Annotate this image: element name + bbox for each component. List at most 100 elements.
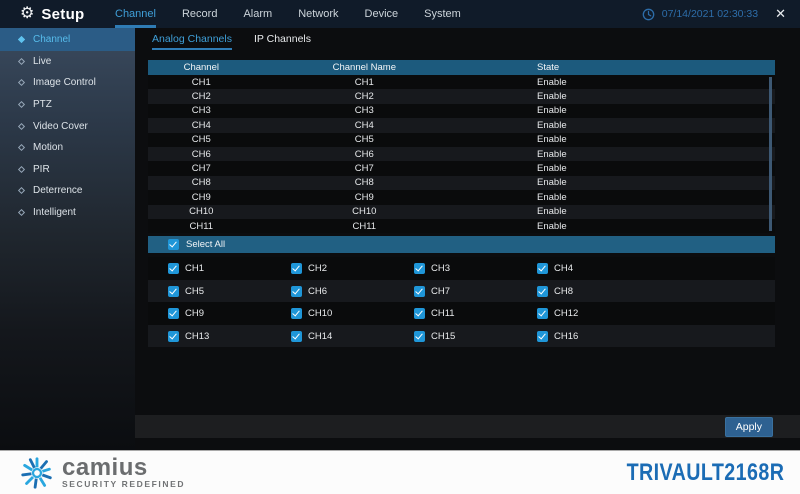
sidebar-item-label: Channel <box>33 34 70 45</box>
cell-state: Enable <box>474 149 775 160</box>
sidebar-item-ptz[interactable]: PTZ <box>0 94 135 116</box>
footer: camius SECURITY REDEFINED TRIVAULT2168R <box>0 450 800 494</box>
close-icon[interactable]: ✕ <box>775 6 786 22</box>
cell-channel: CH7 <box>148 163 255 174</box>
channel-checkbox-ch10[interactable]: CH10 <box>291 308 414 319</box>
main-area: Channel Live Image Control PTZ Video Cov… <box>0 28 800 450</box>
channel-checkbox-ch11[interactable]: CH11 <box>414 308 537 319</box>
channel-checkbox-ch1[interactable]: CH1 <box>168 263 291 274</box>
menu-item-record[interactable]: Record <box>182 0 217 28</box>
channel-checkbox-ch5[interactable]: CH5 <box>168 286 291 297</box>
checkbox-icon[interactable] <box>414 331 425 342</box>
checkbox-icon[interactable] <box>537 331 548 342</box>
tab-ip-channels[interactable]: IP Channels <box>254 28 311 50</box>
cell-name: CH8 <box>255 177 474 188</box>
diamond-icon <box>18 79 25 86</box>
menu-item-channel[interactable]: Channel <box>115 0 156 28</box>
camius-logo: camius SECURITY REDEFINED <box>18 454 185 492</box>
sidebar-item-video-cover[interactable]: Video Cover <box>0 115 135 137</box>
cell-channel: CH1 <box>148 77 255 88</box>
cell-channel: CH4 <box>148 120 255 131</box>
checkbox-icon[interactable] <box>168 263 179 274</box>
page-title: Setup <box>41 6 84 23</box>
menu-item-device[interactable]: Device <box>365 0 399 28</box>
sidebar-item-label: Image Control <box>33 77 96 88</box>
checkbox-icon[interactable] <box>537 308 548 319</box>
menu-item-alarm[interactable]: Alarm <box>243 0 272 28</box>
menu-item-system[interactable]: System <box>424 0 461 28</box>
channel-checkbox-ch9[interactable]: CH9 <box>168 308 291 319</box>
sidebar-item-label: Intelligent <box>33 207 76 218</box>
checkbox-icon[interactable] <box>414 263 425 274</box>
channel-table: Channel Channel Name State CH1 CH1 Enabl… <box>148 60 775 347</box>
checkbox-label: CH4 <box>554 263 573 274</box>
channel-checkbox-ch12[interactable]: CH12 <box>537 308 660 319</box>
channel-checkbox-ch6[interactable]: CH6 <box>291 286 414 297</box>
diamond-icon <box>18 101 25 108</box>
checkbox-icon[interactable] <box>414 308 425 319</box>
gear-icon: ⚙ <box>20 6 34 22</box>
sidebar-item-live[interactable]: Live <box>0 51 135 73</box>
checkbox-row: CH13 CH14 CH15 CH16 <box>148 325 775 348</box>
datetime: 07/14/2021 02:30:33 <box>662 8 758 20</box>
table-row: CH2 CH2 Enable <box>148 89 775 103</box>
table-scrollbar[interactable] <box>769 77 772 231</box>
checkbox-label: CH13 <box>185 331 209 342</box>
menu-item-network[interactable]: Network <box>298 0 338 28</box>
checkbox-icon[interactable] <box>291 308 302 319</box>
channel-checkbox-grid: CH1 CH2 CH3 CH4 CH5 CH6 CH7 CH8 CH9 CH10 <box>148 257 775 347</box>
checkbox-icon[interactable] <box>291 286 302 297</box>
cell-state: Enable <box>474 91 775 102</box>
diamond-icon <box>18 144 25 151</box>
cell-channel: CH6 <box>148 149 255 160</box>
checkbox-icon[interactable] <box>537 286 548 297</box>
cell-name: CH10 <box>255 206 474 217</box>
sidebar-item-pir[interactable]: PIR <box>0 158 135 180</box>
cell-state: Enable <box>474 177 775 188</box>
setup-window: ⚙ Setup Channel Record Alarm Network Dev… <box>0 0 800 494</box>
checkbox-icon[interactable] <box>291 263 302 274</box>
diamond-icon <box>18 58 25 65</box>
checkbox-label: CH7 <box>431 286 450 297</box>
sidebar-item-label: Video Cover <box>33 121 88 132</box>
select-all-row[interactable]: Select All <box>148 236 775 253</box>
channel-checkbox-ch7[interactable]: CH7 <box>414 286 537 297</box>
channel-checkbox-ch8[interactable]: CH8 <box>537 286 660 297</box>
sidebar-item-label: Deterrence <box>33 185 82 196</box>
select-all-checkbox[interactable] <box>168 239 179 250</box>
channel-checkbox-ch16[interactable]: CH16 <box>537 331 660 342</box>
checkbox-icon[interactable] <box>168 331 179 342</box>
cell-channel: CH10 <box>148 206 255 217</box>
logo-text: camius SECURITY REDEFINED <box>62 457 185 489</box>
checkbox-icon[interactable] <box>537 263 548 274</box>
channel-checkbox-ch13[interactable]: CH13 <box>168 331 291 342</box>
channel-checkbox-ch4[interactable]: CH4 <box>537 263 660 274</box>
sidebar-item-label: Motion <box>33 142 63 153</box>
sidebar-item-deterrence[interactable]: Deterrence <box>0 180 135 202</box>
channel-checkbox-ch2[interactable]: CH2 <box>291 263 414 274</box>
apply-button[interactable]: Apply <box>725 417 773 437</box>
sidebar-item-intelligent[interactable]: Intelligent <box>0 202 135 224</box>
checkbox-icon[interactable] <box>291 331 302 342</box>
checkbox-icon[interactable] <box>168 286 179 297</box>
table-row: CH3 CH3 Enable <box>148 104 775 118</box>
cell-name: CH4 <box>255 120 474 131</box>
sidebar-item-label: Live <box>33 56 51 67</box>
table-row: CH8 CH8 Enable <box>148 176 775 190</box>
sidebar-item-label: PTZ <box>33 99 52 110</box>
sidebar-item-motion[interactable]: Motion <box>0 137 135 159</box>
checkbox-icon[interactable] <box>168 308 179 319</box>
checkbox-label: CH6 <box>308 286 327 297</box>
cell-state: Enable <box>474 192 775 203</box>
channel-checkbox-ch15[interactable]: CH15 <box>414 331 537 342</box>
channel-checkbox-ch14[interactable]: CH14 <box>291 331 414 342</box>
topbar-right: 07/14/2021 02:30:33 ✕ <box>642 6 800 22</box>
sidebar-item-channel[interactable]: Channel <box>0 28 135 51</box>
checkbox-icon[interactable] <box>414 286 425 297</box>
channel-checkbox-ch3[interactable]: CH3 <box>414 263 537 274</box>
checkbox-row: CH1 CH2 CH3 CH4 <box>148 257 775 280</box>
sidebar-item-image-control[interactable]: Image Control <box>0 72 135 94</box>
tab-analog-channels[interactable]: Analog Channels <box>152 28 232 50</box>
cell-state: Enable <box>474 120 775 131</box>
brand-tagline: SECURITY REDEFINED <box>62 479 185 489</box>
